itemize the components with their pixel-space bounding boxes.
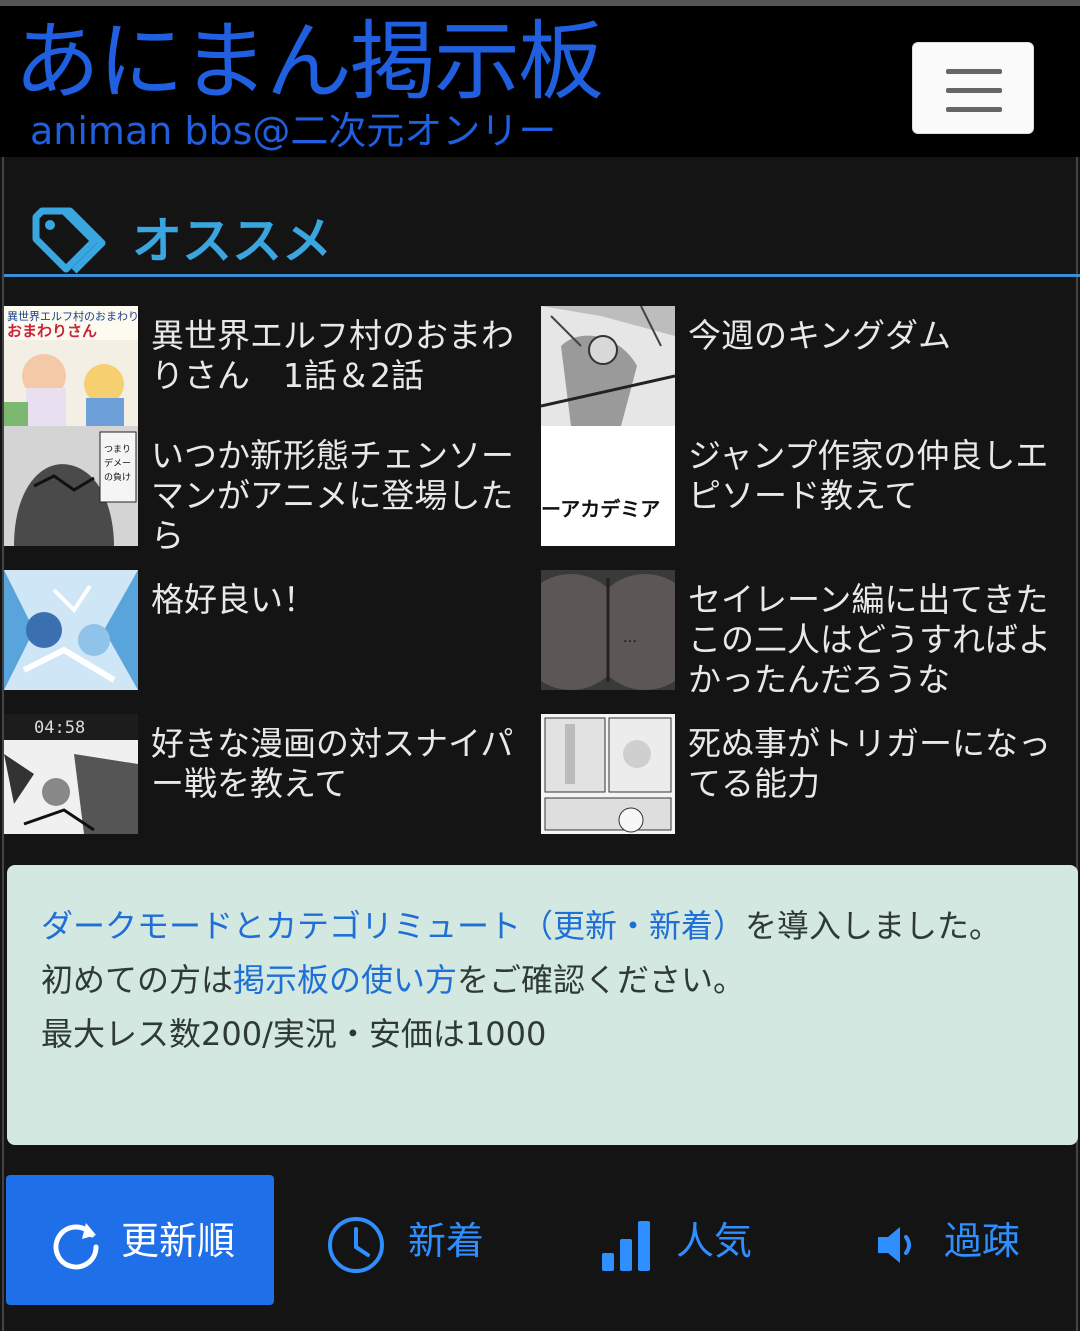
recommended-item[interactable]: つまり デメー の負け いつか新形態チェンソーマンがアニメに登場したら <box>4 426 534 556</box>
notice-line-2: 初めての方は掲示板の使い方をご確認ください。 <box>41 953 1044 1007</box>
section-divider <box>4 274 1080 277</box>
thread-thumbnail[interactable] <box>4 570 138 690</box>
sort-tabs: 更新順 新着 人気 過疎 <box>4 1175 1080 1305</box>
notice-text: をご確認ください。 <box>457 961 746 999</box>
tab-label: 過疎 <box>944 1219 1021 1263</box>
tab-new[interactable]: 新着 <box>326 1175 526 1305</box>
section-title: オススメ <box>132 212 332 270</box>
recommended-item[interactable]: 格好良い！ <box>4 570 534 700</box>
tab-label: 人気 <box>676 1219 753 1263</box>
svg-text:ーアカデミア: ーアカデミア <box>541 497 660 521</box>
notice-line-3: 最大レス数200/実況・安価は1000 <box>41 1015 547 1053</box>
thread-thumbnail[interactable]: 異世界エルフ村のおまわりさん おまわりさん <box>4 306 138 426</box>
recommended-item[interactable]: 異世界エルフ村のおまわりさん おまわりさん 異世界エルフ村のおまわりさん 1話＆… <box>4 306 534 436</box>
thread-title-link[interactable]: 今週のキングダム <box>688 316 1068 356</box>
svg-text:つまり: つまり <box>104 444 131 455</box>
recommended-item[interactable]: 04:58 好きな漫画の対スナイパー戦を教えて <box>4 714 534 844</box>
thread-thumbnail[interactable]: ーアカデミア <box>541 426 675 546</box>
thread-title-link[interactable]: いつか新形態チェンソーマンがアニメに登場したら <box>151 436 531 556</box>
thread-thumbnail[interactable] <box>541 714 675 834</box>
refresh-icon <box>53 1223 99 1270</box>
hamburger-menu-icon-bar <box>946 88 1002 93</box>
svg-text:おまわりさん: おまわりさん <box>7 322 97 340</box>
site-logo[interactable]: あにまん掲示板 <box>14 14 604 110</box>
hamburger-menu-icon <box>946 69 1002 74</box>
tag-icon <box>32 207 106 274</box>
how-to-use-link[interactable]: 掲示板の使い方 <box>233 961 457 999</box>
manga-panel-image <box>541 306 675 426</box>
bar-chart-icon <box>602 1221 650 1271</box>
site-notice: ダークモードとカテゴリミュート（更新・新着）を導入しました。 初めての方は掲示板… <box>7 865 1078 1145</box>
thread-thumbnail[interactable]: つまり デメー の負け <box>4 426 138 546</box>
speaker-icon <box>878 1227 911 1263</box>
thread-title-link[interactable]: ジャンプ作家の仲良しエピソード教えて <box>688 436 1068 516</box>
site-header: あにまん掲示板 animan bbs@二次元オンリー <box>0 0 1080 157</box>
hamburger-menu-icon-bar <box>946 107 1002 112</box>
main-content: オススメ 異世界エルフ村のおまわりさん おまわりさん 異世界エルフ村のおまわりさ… <box>2 157 1080 1331</box>
notice-text: を導入しました。 <box>745 907 1002 945</box>
dark-mode-announcement-link[interactable]: ダークモードとカテゴリミュート（更新・新着） <box>41 907 745 945</box>
notice-line-1: ダークモードとカテゴリミュート（更新・新着）を導入しました。 <box>41 899 1044 953</box>
manga-panel-image: … <box>541 570 675 690</box>
manga-panel-image: つまり デメー の負け <box>4 426 138 546</box>
svg-text:04:58: 04:58 <box>34 718 85 738</box>
clock-icon <box>328 1217 384 1273</box>
svg-text:デメー: デメー <box>104 457 131 469</box>
recommended-item[interactable]: … セイレーン編に出てきたこの二人はどうすればよかったんだろうな <box>541 570 1071 700</box>
tab-popular[interactable]: 人気 <box>598 1175 788 1305</box>
tab-update-order[interactable]: 更新順 <box>6 1175 274 1305</box>
manga-title-image: ーアカデミア <box>541 426 675 546</box>
site-subtitle: animan bbs@二次元オンリー <box>30 109 557 153</box>
thread-thumbnail[interactable] <box>541 306 675 426</box>
recommended-heading: オススメ <box>4 197 1078 277</box>
thread-title-link[interactable]: 異世界エルフ村のおまわりさん 1話＆2話 <box>151 316 531 396</box>
thread-title-link[interactable]: 死ぬ事がトリガーになってる能力 <box>688 724 1068 804</box>
thread-title-link[interactable]: セイレーン編に出てきたこの二人はどうすればよかったんだろうな <box>688 580 1068 700</box>
recommended-item[interactable]: ーアカデミア ジャンプ作家の仲良しエピソード教えて <box>541 426 1071 556</box>
recommended-item[interactable]: 今週のキングダム <box>541 306 1071 436</box>
manga-panel-image <box>541 714 675 834</box>
tab-sparse[interactable]: 過疎 <box>872 1175 1052 1305</box>
page: あにまん掲示板 animan bbs@二次元オンリー オススメ 異世界エルフ村の… <box>0 0 1080 1331</box>
thread-title-link[interactable]: 好きな漫画の対スナイパー戦を教えて <box>151 724 531 804</box>
thread-thumbnail[interactable]: 04:58 <box>4 714 138 834</box>
tab-label: 新着 <box>408 1219 485 1263</box>
recommended-item[interactable]: 死ぬ事がトリガーになってる能力 <box>541 714 1071 844</box>
notice-text: 初めての方は <box>41 961 234 999</box>
svg-text:…: … <box>623 630 637 646</box>
manga-cover-image: 異世界エルフ村のおまわりさん おまわりさん <box>4 306 138 426</box>
thread-title-link[interactable]: 格好良い！ <box>151 580 531 620</box>
svg-text:異世界エルフ村のおまわりさん: 異世界エルフ村のおまわりさん <box>7 309 138 323</box>
tab-label: 更新順 <box>121 1219 236 1263</box>
hamburger-menu-button[interactable] <box>912 42 1034 134</box>
thread-thumbnail[interactable]: … <box>541 570 675 690</box>
manga-panel-image: 04:58 <box>4 714 138 834</box>
svg-text:の負け: の負け <box>104 471 131 483</box>
anime-key-visual-image <box>4 570 138 690</box>
